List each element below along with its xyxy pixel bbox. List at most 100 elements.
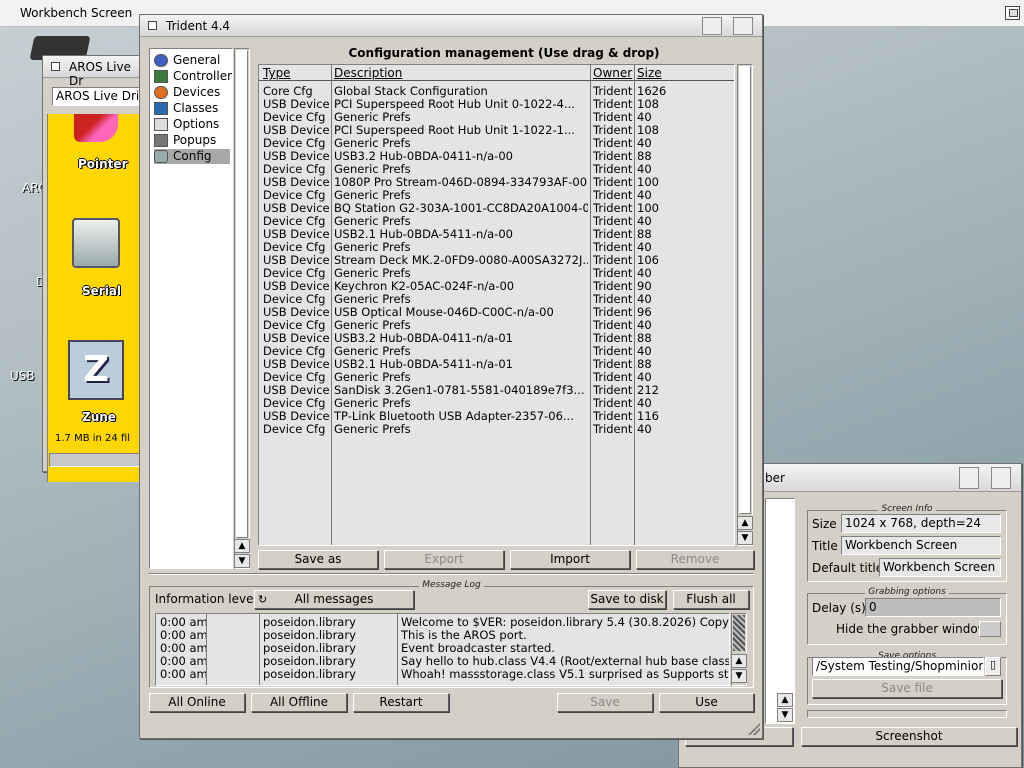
hide-grabber-checkbox[interactable] — [979, 621, 1001, 637]
screenshot-button[interactable]: Screenshot — [801, 727, 1017, 746]
all-online-button[interactable]: All Online — [149, 693, 245, 712]
scroll-down-icon[interactable]: ▼ — [731, 669, 747, 683]
table-row[interactable]: USB Device USB2.1 Hub-0BDA-5411-n/a-00 Tri… — [259, 228, 734, 241]
table-row[interactable]: Device Cfg Generic Prefs Trident 40 — [259, 423, 734, 436]
table-row[interactable]: Device Cfg Generic Prefs Trident 40 — [259, 111, 734, 124]
nav-item-devices[interactable]: Devices — [154, 85, 230, 100]
nav-item-classes[interactable]: Classes — [154, 101, 230, 116]
table-row[interactable]: Device Cfg Generic Prefs Trident 40 — [259, 267, 734, 280]
screen-depth-icon[interactable] — [1005, 6, 1020, 20]
file-requester-icon[interactable]: ▯ — [985, 657, 1001, 676]
table-row[interactable]: Device Cfg Generic Prefs Trident 40 — [259, 137, 734, 150]
close-icon[interactable] — [148, 21, 157, 30]
nav-item-controller[interactable]: Controller — [154, 69, 232, 84]
column-header-size[interactable]: Size — [637, 66, 662, 80]
nav-item-general[interactable]: General — [154, 53, 230, 68]
flush-all-button[interactable]: Flush all — [673, 590, 749, 609]
table-row[interactable]: USB Device BQ Station G2-303A-1001-CC8DA2… — [259, 202, 734, 215]
table-row[interactable]: USB Device USB Optical Mouse-046D-C00C-n/… — [259, 306, 734, 319]
save-to-disk-button[interactable]: Save to disk — [588, 590, 666, 609]
export-button[interactable]: Export — [384, 550, 504, 569]
horizontal-scrollbar[interactable] — [49, 453, 147, 467]
config-list[interactable]: Type Description Owner Size Core Cfg Glob… — [258, 64, 735, 546]
log-scroll-knob[interactable] — [733, 615, 745, 651]
table-row[interactable]: USB Device USB3.2 Hub-0BDA-0411-n/a-01 Tri… — [259, 332, 734, 345]
nav-scroll-knob[interactable] — [236, 50, 248, 538]
cell-type: Device Cfg — [263, 371, 326, 384]
table-row[interactable]: USB Device PCI Superspeed Root Hub Unit 0… — [259, 98, 734, 111]
log-entry[interactable]: 0:00 am poseidon.library Welcome to $VER: … — [156, 616, 729, 629]
nav-item-config[interactable]: Config — [154, 149, 230, 164]
table-row[interactable]: Device Cfg Generic Prefs Trident 40 — [259, 345, 734, 358]
table-row[interactable]: USB Device USB3.2 Hub-0BDA-0411-n/a-00 Tri… — [259, 150, 734, 163]
nav-item-options[interactable]: Options — [154, 117, 230, 132]
icon-label-zune[interactable]: Zune — [82, 410, 116, 424]
message-list[interactable]: 0:00 am poseidon.library Welcome to $VER: … — [155, 613, 730, 686]
close-icon[interactable] — [51, 62, 60, 71]
column-header-type[interactable]: Type — [263, 66, 291, 80]
save-file-button[interactable]: Save file — [812, 679, 1002, 698]
scroll-down-icon[interactable]: ▼ — [777, 708, 793, 722]
import-button[interactable]: Import — [510, 550, 630, 569]
log-entry[interactable]: 0:00 am poseidon.library Say hello to hub.… — [156, 655, 729, 668]
log-entry[interactable]: 0:00 am poseidon.library This is the AROS … — [156, 629, 729, 642]
save-button[interactable]: Save — [557, 693, 653, 712]
table-row[interactable]: Device Cfg Generic Prefs Trident 40 — [259, 397, 734, 410]
pointer-icon[interactable] — [74, 114, 118, 142]
table-row[interactable]: USB Device SanDisk 3.2Gen1-0781-5581-040… — [259, 384, 734, 397]
all-offline-button[interactable]: All Offline — [251, 693, 347, 712]
serial-icon[interactable] — [72, 218, 120, 268]
zune-icon[interactable]: Z — [68, 340, 124, 400]
desktop-icon-label[interactable]: USB — [10, 369, 35, 383]
table-row[interactable]: Device Cfg Generic Prefs Trident 40 — [259, 241, 734, 254]
depth-icon[interactable] — [733, 17, 753, 35]
drive-status: 1.7 MB in 24 fil — [55, 433, 131, 444]
restart-button[interactable]: Restart — [353, 693, 449, 712]
column-header-owner[interactable]: Owner — [593, 66, 632, 80]
table-row[interactable]: Device Cfg Generic Prefs Trident 40 — [259, 293, 734, 306]
icon-label-serial[interactable]: Serial — [82, 284, 121, 298]
log-entry[interactable]: 0:00 am poseidon.library Event broadcaster… — [156, 642, 729, 655]
info-level-cycle[interactable]: ↻ All messages — [254, 590, 414, 609]
scroll-up-icon[interactable]: ▲ — [737, 516, 753, 530]
cell-type: Device Cfg — [263, 189, 326, 202]
nav-scrollbar[interactable] — [234, 48, 250, 569]
delay-slider[interactable]: 0 — [865, 598, 1001, 617]
table-row[interactable]: USB Device USB2.1 Hub-0BDA-5411-n/a-01 Tri… — [259, 358, 734, 371]
table-row[interactable]: USB Device Keychron K2-05AC-024F-n/a-00 Tr… — [259, 280, 734, 293]
scroll-up-icon[interactable]: ▲ — [234, 539, 250, 553]
table-row[interactable]: USB Device PCI Superspeed Root Hub Unit 1… — [259, 124, 734, 137]
icon-label-pointer[interactable]: Pointer — [78, 157, 128, 171]
table-row[interactable]: Core Cfg Global Stack Configuration Triden… — [259, 85, 734, 98]
cell-owner: Trident — [593, 267, 633, 280]
column-header-description[interactable]: Description — [334, 66, 402, 80]
iconify-icon[interactable] — [702, 17, 722, 35]
resize-grip-icon[interactable] — [748, 723, 760, 735]
scroll-up-icon[interactable]: ▲ — [777, 693, 793, 707]
table-row[interactable]: USB Device TP-Link Bluetooth USB Adapter-… — [259, 410, 734, 423]
nav-item-popups[interactable]: Popups — [154, 133, 230, 148]
table-row[interactable]: Device Cfg Generic Prefs Trident 40 — [259, 319, 734, 332]
depth-icon[interactable] — [991, 467, 1011, 489]
log-entry[interactable]: 0:00 am poseidon.library Whoah! massstorag… — [156, 668, 729, 681]
save-as-button[interactable]: Save as — [258, 550, 378, 569]
table-row[interactable]: USB Device 1080P Pro Stream-046D-0894-334… — [259, 176, 734, 189]
screen-list[interactable] — [765, 498, 795, 724]
iconify-icon[interactable] — [959, 467, 979, 489]
scroll-down-icon[interactable]: ▼ — [234, 554, 250, 568]
remove-button[interactable]: Remove — [636, 550, 754, 569]
table-row[interactable]: Device Cfg Generic Prefs Trident 40 — [259, 163, 734, 176]
table-row[interactable]: USB Device Stream Deck MK.2-0FD9-0080-A00… — [259, 254, 734, 267]
config-scroll-knob[interactable] — [739, 66, 751, 514]
table-row[interactable]: Device Cfg Generic Prefs Trident 40 — [259, 371, 734, 384]
config-scrollbar[interactable] — [737, 64, 753, 546]
scroll-down-icon[interactable]: ▼ — [737, 531, 753, 545]
panel-title: Configuration management (Use drag & dro… — [348, 46, 660, 60]
scroll-up-icon[interactable]: ▲ — [731, 654, 747, 668]
save-path-field[interactable]: /System Testing/Shopminion/ — [812, 657, 984, 676]
controller-icon — [154, 70, 168, 83]
use-button[interactable]: Use — [659, 693, 754, 712]
drive-path-field[interactable]: AROS Live Drive — [52, 87, 147, 106]
table-row[interactable]: Device Cfg Generic Prefs Trident 40 — [259, 215, 734, 228]
table-row[interactable]: Device Cfg Generic Prefs Trident 40 — [259, 189, 734, 202]
